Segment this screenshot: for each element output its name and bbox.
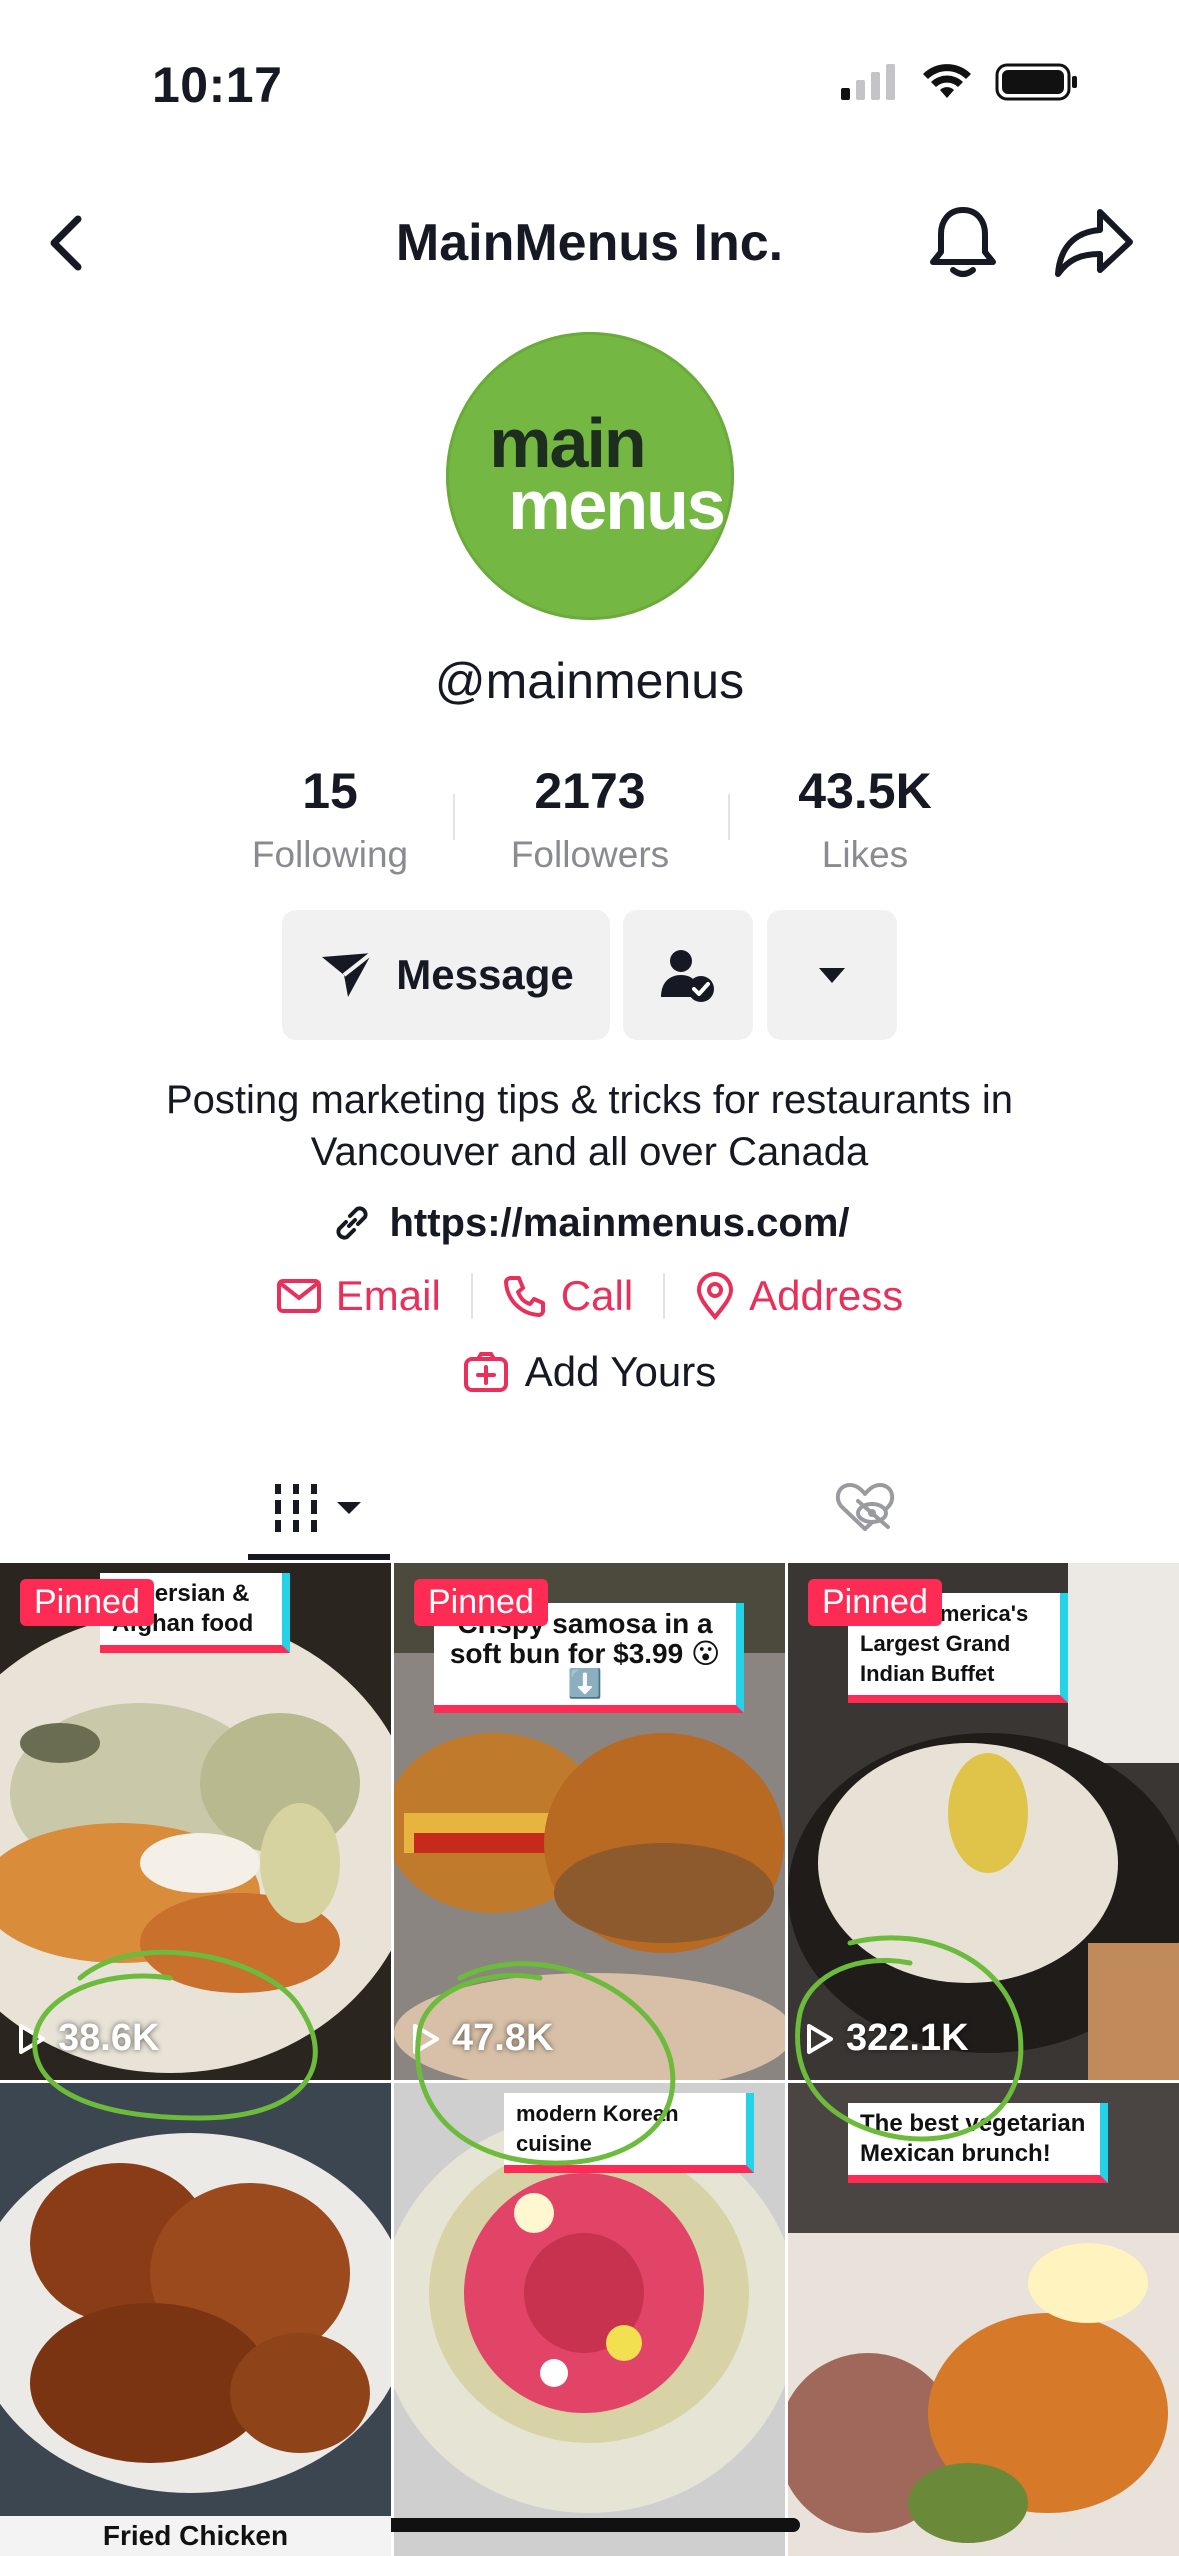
- battery-icon: [995, 63, 1077, 101]
- pinned-badge: Pinned: [808, 1579, 942, 1626]
- website-link[interactable]: https://mainmenus.com/: [0, 1200, 1179, 1246]
- stat-following-value: 15: [302, 763, 358, 819]
- stat-likes-label: Likes: [821, 834, 909, 875]
- contact-actions: Email Call Address: [0, 1272, 1179, 1320]
- play-icon: [413, 2023, 439, 2054]
- play-icon: [19, 2023, 45, 2054]
- view-count: 47.8K: [412, 2017, 553, 2060]
- tab-videos[interactable]: [248, 1455, 390, 1560]
- profile-tabs: [0, 1455, 1179, 1560]
- call-button[interactable]: Call: [473, 1272, 663, 1320]
- bell-icon: [930, 207, 996, 277]
- hidden-heart-icon: [835, 1482, 895, 1531]
- add-yours-button[interactable]: Add Yours: [0, 1348, 1179, 1396]
- call-label: Call: [560, 1272, 634, 1319]
- avatar[interactable]: main menus: [446, 332, 734, 620]
- bio-line: Vancouver and all over Canada: [310, 1130, 869, 1174]
- view-count-value: 47.8K: [452, 2017, 554, 2059]
- profile-stats: 15 Following 2173 Followers 43.5K Likes: [200, 762, 980, 882]
- video-tile[interactable]: al Persian & Afghan food Pinned 38.6K: [0, 1563, 391, 2080]
- play-icon: [807, 2023, 833, 2054]
- status-time: 10:17: [152, 57, 283, 113]
- send-icon: [322, 951, 374, 997]
- user-check-icon: [661, 950, 714, 1002]
- view-count-value: 322.1K: [846, 2017, 969, 2059]
- share-button[interactable]: [1052, 204, 1136, 282]
- bio: Posting marketing tips & tricks for rest…: [0, 1074, 1179, 1178]
- address-label: Address: [749, 1272, 904, 1319]
- avatar-logo-line2: menus: [508, 466, 726, 544]
- video-tile[interactable]: North America's Largest Grand Indian Buf…: [788, 1563, 1179, 2080]
- video-tile[interactable]: Crispy samosa in a soft bun for $3.99 😮⬇…: [394, 1563, 785, 2080]
- mail-icon: [276, 1279, 321, 1313]
- tab-liked-private[interactable]: [800, 1455, 930, 1560]
- video-caption: Fried Chicken: [0, 2516, 391, 2556]
- bio-line: Posting marketing tips & tricks for rest…: [166, 1078, 1013, 1122]
- video-tile[interactable]: The best vegetarian Mexican brunch!: [788, 2083, 1179, 2556]
- pinned-badge: Pinned: [414, 1579, 548, 1626]
- stat-likes-value: 43.5K: [798, 763, 932, 819]
- video-caption: modern Korean cuisine: [504, 2093, 754, 2173]
- add-yours-label: Add Yours: [524, 1348, 717, 1395]
- notification-bell-button[interactable]: [924, 202, 1002, 282]
- status-icons: [839, 62, 1079, 102]
- video-thumbnail: [0, 2083, 391, 2556]
- page-title: MainMenus Inc.: [395, 214, 784, 272]
- video-tile[interactable]: modern Korean cuisine: [394, 2083, 785, 2556]
- website-link-text: https://mainmenus.com/: [389, 1200, 850, 1245]
- phone-icon: [503, 1276, 545, 1317]
- home-indicator[interactable]: [380, 2518, 800, 2532]
- avatar-logo-line1: main: [489, 404, 646, 482]
- video-grid-icon: [275, 1483, 361, 1532]
- following-status-button[interactable]: [623, 910, 753, 1040]
- address-button[interactable]: Address: [665, 1272, 933, 1320]
- caret-down-icon: [819, 968, 845, 983]
- stat-followers-value: 2173: [534, 763, 646, 819]
- video-tile[interactable]: Fried Chicken: [0, 2083, 391, 2556]
- username: @mainmenus: [434, 653, 745, 709]
- email-button[interactable]: Email: [246, 1272, 471, 1320]
- stat-divider: [728, 794, 730, 840]
- link-icon: [336, 1206, 368, 1240]
- more-options-dropdown[interactable]: [767, 910, 897, 1040]
- message-button[interactable]: Message: [282, 910, 610, 1040]
- video-grid: al Persian & Afghan food Pinned 38.6K Cr…: [0, 1563, 1179, 2556]
- share-arrow-icon: [1055, 209, 1133, 277]
- stat-divider: [453, 794, 455, 840]
- view-count: 38.6K: [18, 2017, 159, 2060]
- location-pin-icon: [697, 1272, 734, 1320]
- view-count-value: 38.6K: [58, 2017, 160, 2059]
- stat-following-label: Following: [251, 834, 409, 875]
- message-button-label: Message: [396, 951, 574, 998]
- stat-likes[interactable]: 43.5K Likes: [735, 762, 995, 876]
- cellular-signal-icon: [841, 64, 895, 100]
- pinned-badge: Pinned: [20, 1579, 154, 1626]
- status-bar: 10:17: [0, 0, 1179, 170]
- stat-followers-label: Followers: [510, 834, 670, 875]
- email-label: Email: [335, 1272, 441, 1319]
- add-yours-icon: [463, 1352, 508, 1392]
- view-count: 322.1K: [806, 2017, 969, 2060]
- stat-following[interactable]: 15 Following: [200, 762, 460, 876]
- video-caption: The best vegetarian Mexican brunch!: [848, 2103, 1108, 2183]
- stat-followers[interactable]: 2173 Followers: [460, 762, 720, 876]
- wifi-icon: [923, 64, 971, 98]
- active-tab-indicator: [248, 1554, 390, 1560]
- nav-bar: MainMenus Inc.: [0, 180, 1179, 305]
